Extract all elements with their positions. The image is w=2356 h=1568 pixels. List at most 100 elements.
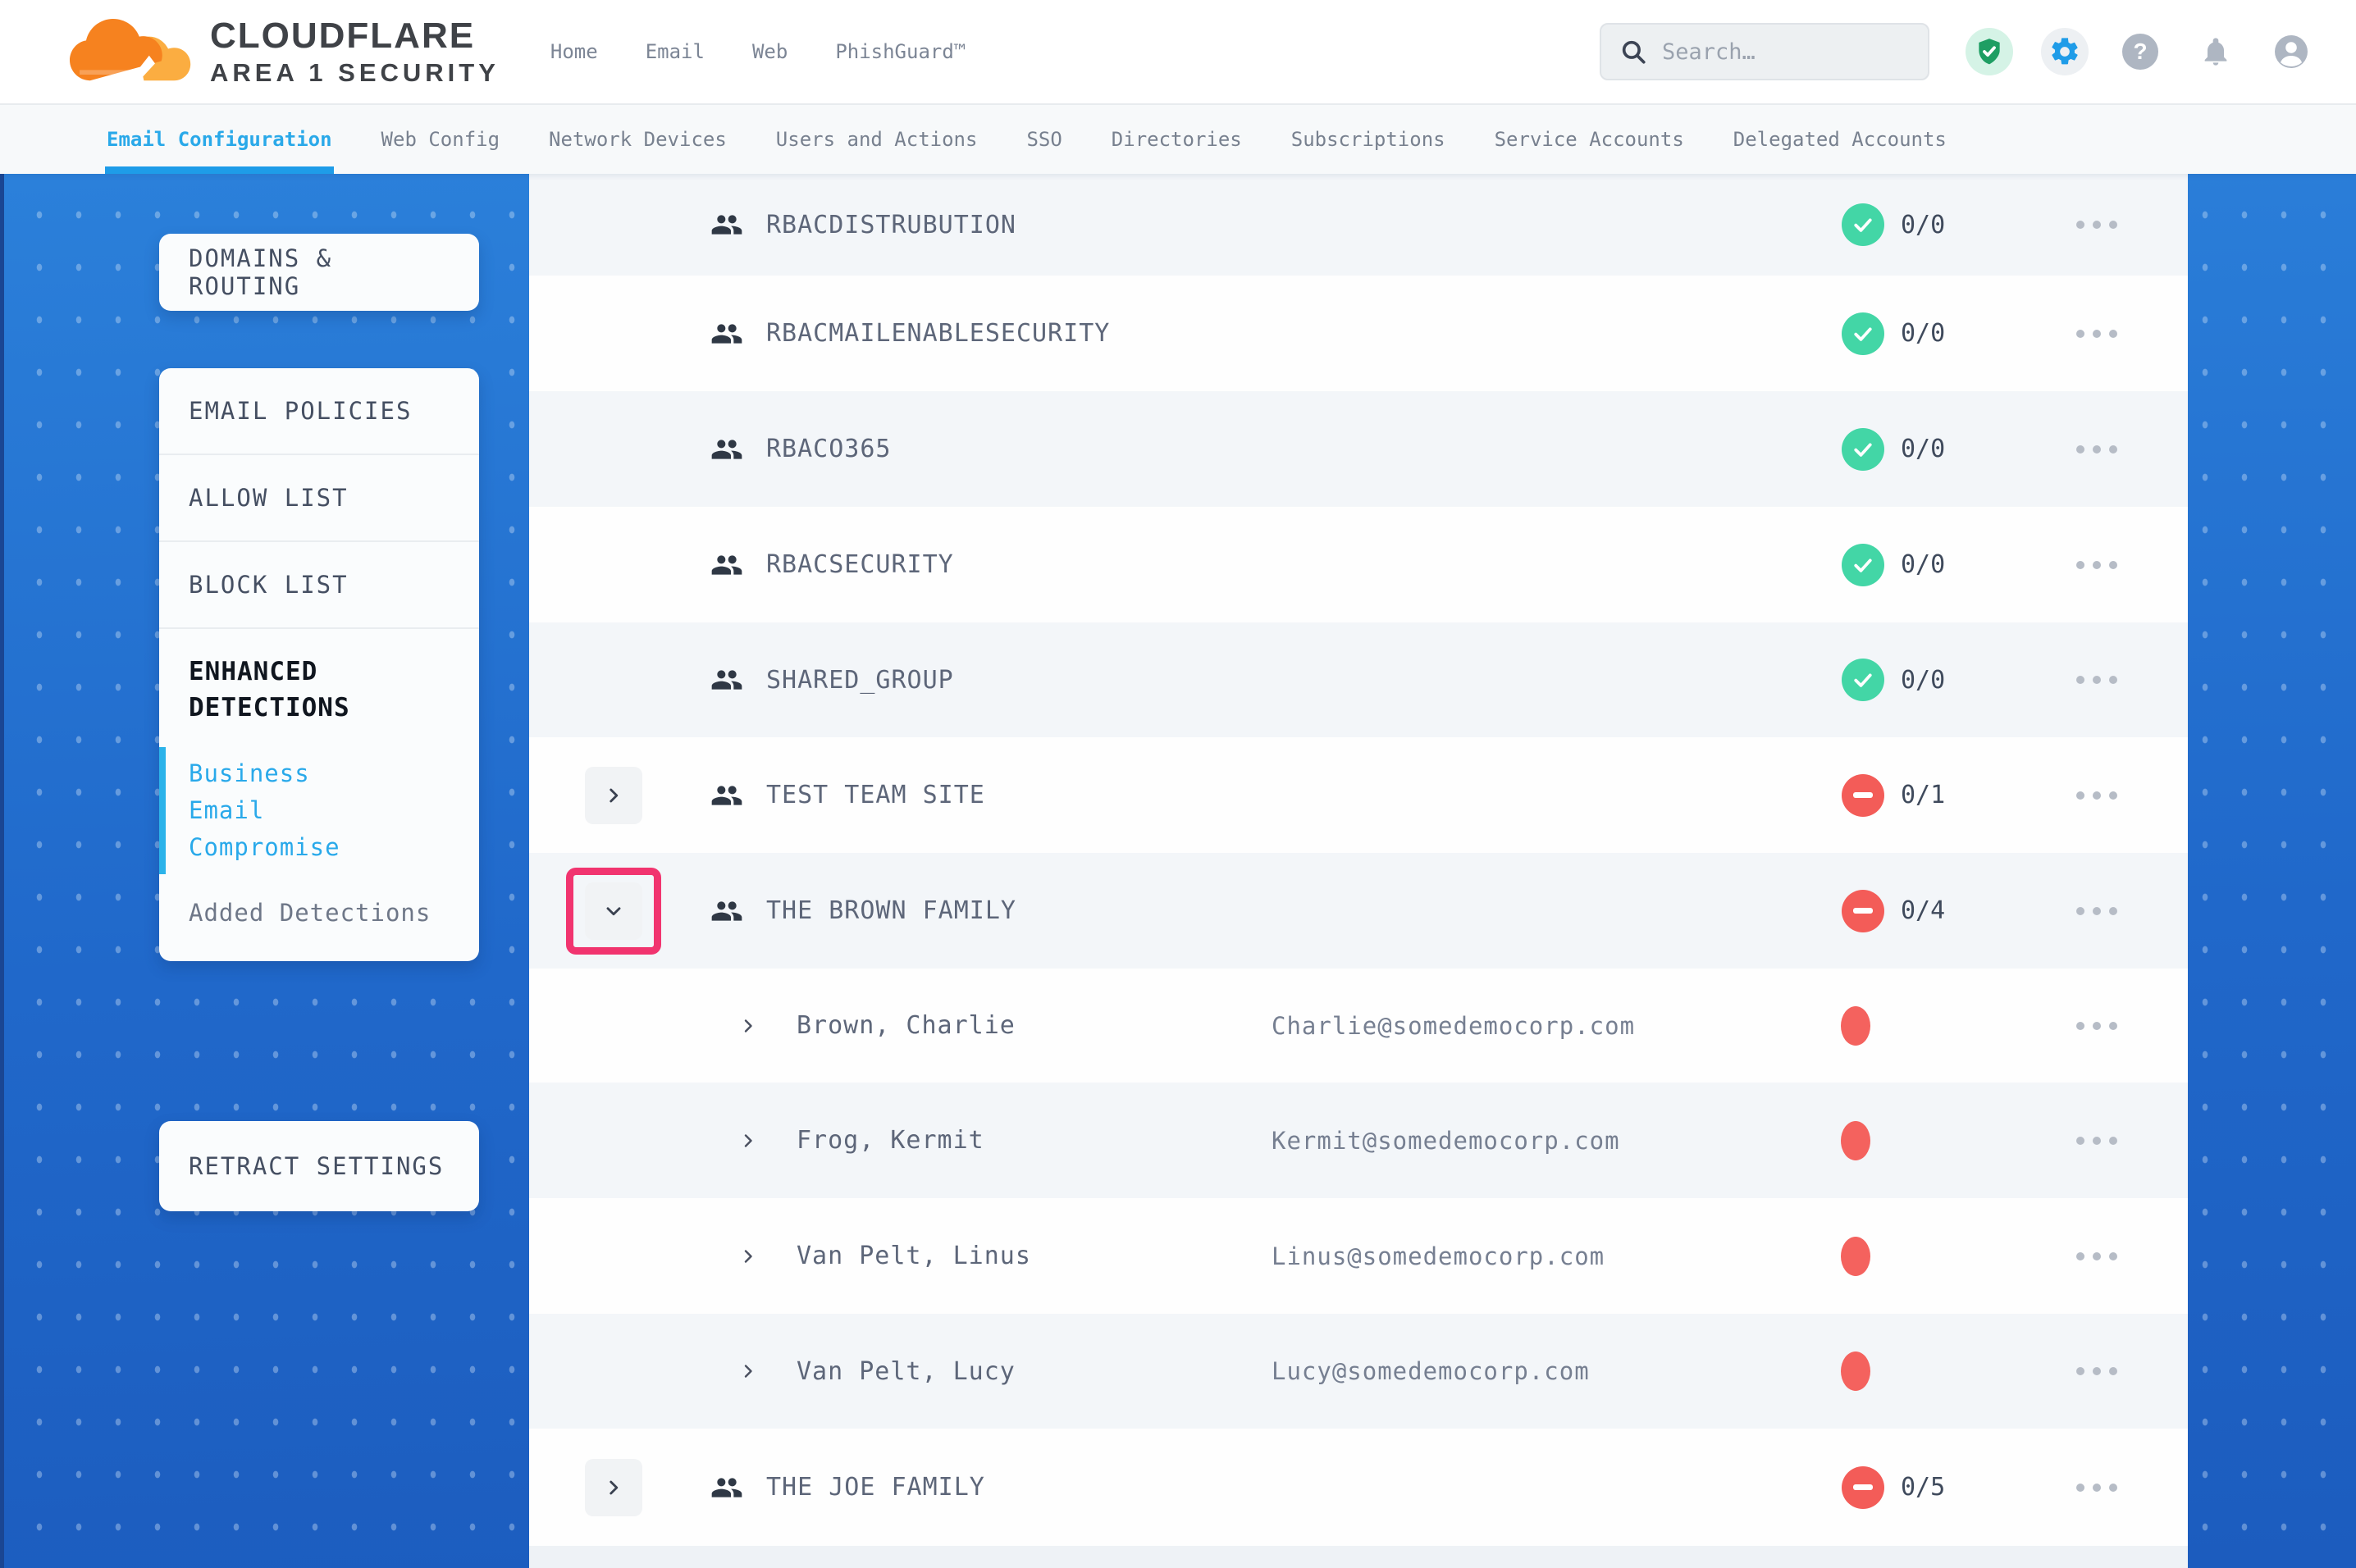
nav-home[interactable]: Home (550, 40, 598, 63)
chevron-right-icon[interactable] (738, 1016, 758, 1036)
config-tabs: Email Configuration Web Config Network D… (0, 105, 2356, 174)
top-header: CLOUDFLARE AREA 1 SECURITY Home Email We… (0, 0, 2356, 105)
top-nav: Home Email Web PhishGuard™ (550, 40, 966, 63)
sidebar-item-block-list[interactable]: BLOCK LIST (159, 542, 479, 627)
row-menu-button[interactable] (2065, 549, 2129, 581)
row-menu-button[interactable] (2065, 1010, 2129, 1042)
sidebar-email-policies-card: EMAIL POLICIES ALLOW LIST BLOCK LIST ENH… (159, 368, 479, 961)
group-icon (710, 663, 743, 696)
sidebar-item-allow-list[interactable]: ALLOW LIST (159, 455, 479, 540)
tab-network-devices[interactable]: Network Devices (549, 105, 727, 174)
tab-service-accounts[interactable]: Service Accounts (1495, 105, 1684, 174)
row-menu-button[interactable] (2065, 318, 2129, 349)
row-menu-button[interactable] (2065, 896, 2129, 927)
member-count: 0/0 (1901, 211, 1945, 239)
row-menu-button[interactable] (2065, 1356, 2129, 1387)
avatar-icon[interactable] (2267, 28, 2315, 75)
search-box[interactable] (1600, 23, 1929, 80)
sidebar-heading-enhanced-detections: ENHANCED DETECTIONS (159, 629, 430, 726)
expand-row-button[interactable] (585, 1459, 642, 1516)
bell-icon[interactable] (2192, 28, 2240, 75)
nav-phishguard[interactable]: PhishGuard™ (835, 40, 966, 63)
table-row: RBACO365 0/0 (529, 391, 2188, 507)
tab-delegated-accounts[interactable]: Delegated Accounts (1733, 105, 1947, 174)
group-name: RBACMAILENABLESECURITY (766, 319, 1110, 348)
sidebar-item-domains-routing[interactable]: DOMAINS & ROUTING (159, 234, 479, 311)
search-icon (1619, 38, 1647, 66)
cloudflare-logo[interactable]: CLOUDFLARE AREA 1 SECURITY (59, 12, 500, 91)
group-icon (710, 895, 743, 928)
status-dot (1841, 1351, 1870, 1391)
row-menu-button[interactable] (2065, 1241, 2129, 1272)
member-email: Lucy@somedemocorp.com (1272, 1357, 1590, 1385)
row-menu-button[interactable] (2065, 780, 2129, 811)
nav-web[interactable]: Web (752, 40, 788, 63)
nav-email[interactable]: Email (646, 40, 705, 63)
chevron-right-icon (603, 785, 624, 806)
logo-brand-text: CLOUDFLARE (210, 16, 500, 56)
row-menu-button[interactable] (2065, 1472, 2129, 1503)
table-row: Van Pelt, Linus Linus@somedemocorp.com (529, 1198, 2188, 1314)
group-name: RBACDISTRUBUTION (766, 211, 1016, 239)
shield-check-icon[interactable] (1966, 28, 2013, 75)
table-row: Van Pelt, Lucy Lucy@somedemocorp.com (529, 1314, 2188, 1429)
tab-directories[interactable]: Directories (1112, 105, 1242, 174)
row-menu-button[interactable] (2065, 664, 2129, 695)
active-tab-underline (105, 166, 334, 174)
groups-table: RBACDISTRUBUTION 0/0 RBACMAILENABLESECUR… (529, 174, 2188, 1568)
group-icon (710, 549, 743, 581)
sidebar-item-email-policies[interactable]: EMAIL POLICIES (159, 368, 479, 454)
cloudflare-cloud-icon (59, 12, 199, 91)
expand-row-button[interactable] (585, 767, 642, 824)
tab-subscriptions[interactable]: Subscriptions (1291, 105, 1445, 174)
sidebar-item-retract-settings[interactable]: RETRACT SETTINGS (159, 1121, 479, 1211)
active-item-bar (159, 747, 166, 874)
member-count: 0/0 (1901, 435, 1945, 463)
gear-icon[interactable] (2041, 28, 2089, 75)
chevron-right-icon[interactable] (738, 1131, 758, 1151)
member-email: Linus@somedemocorp.com (1272, 1242, 1605, 1270)
chevron-right-icon (603, 1477, 624, 1498)
table-row: RBACMAILENABLESECURITY 0/0 (529, 276, 2188, 391)
collapse-row-button[interactable] (585, 882, 642, 940)
table-row: Brown, Charlie Charlie@somedemocorp.com (529, 969, 2188, 1083)
group-icon (710, 317, 743, 350)
member-name: Van Pelt, Linus (797, 1242, 1031, 1270)
group-icon (710, 208, 743, 241)
table-row: THE BROWN FAMILY 0/4 (529, 853, 2188, 969)
member-email: Kermit@somedemocorp.com (1272, 1127, 1620, 1155)
group-icon (710, 433, 743, 466)
member-count: 0/0 (1901, 319, 1945, 348)
tab-sso[interactable]: SSO (1026, 105, 1062, 174)
chevron-right-icon[interactable] (738, 1247, 758, 1266)
sidebar-item-added-detections[interactable]: Added Detections (159, 899, 479, 927)
status-dot (1841, 1237, 1870, 1276)
row-menu-button[interactable] (2065, 1125, 2129, 1156)
tab-web-config[interactable]: Web Config (381, 105, 500, 174)
help-icon[interactable]: ? (2116, 28, 2164, 75)
group-name: THE JOE FAMILY (766, 1473, 985, 1502)
group-icon (710, 1471, 743, 1504)
row-menu-button[interactable] (2065, 209, 2129, 240)
member-count: 0/1 (1901, 781, 1945, 809)
member-name: Van Pelt, Lucy (797, 1357, 1016, 1386)
chevron-right-icon[interactable] (738, 1361, 758, 1381)
group-icon (710, 779, 743, 812)
group-name: RBACSECURITY (766, 550, 954, 579)
tab-users-and-actions[interactable]: Users and Actions (776, 105, 978, 174)
member-name: Brown, Charlie (797, 1011, 1016, 1040)
search-input[interactable] (1662, 39, 1910, 65)
row-menu-button[interactable] (2065, 434, 2129, 465)
sidebar-item-business-email-compromise[interactable]: Business Email Compromise (159, 752, 430, 869)
member-count: 0/0 (1901, 550, 1945, 579)
group-name: RBACO365 (766, 435, 892, 463)
member-count: 0/5 (1901, 1473, 1945, 1502)
tab-email-configuration[interactable]: Email Configuration (107, 105, 332, 174)
app-root: CLOUDFLARE AREA 1 SECURITY Home Email We… (0, 0, 2356, 1568)
table-row: RBACSECURITY 0/0 (529, 507, 2188, 622)
table-row: SHARED_GROUP 0/0 (529, 622, 2188, 737)
group-name: SHARED_GROUP (766, 666, 954, 695)
group-name: THE BROWN FAMILY (766, 896, 1016, 925)
status-minus-icon (1842, 1466, 1884, 1509)
logo-sub-text: AREA 1 SECURITY (210, 59, 500, 87)
